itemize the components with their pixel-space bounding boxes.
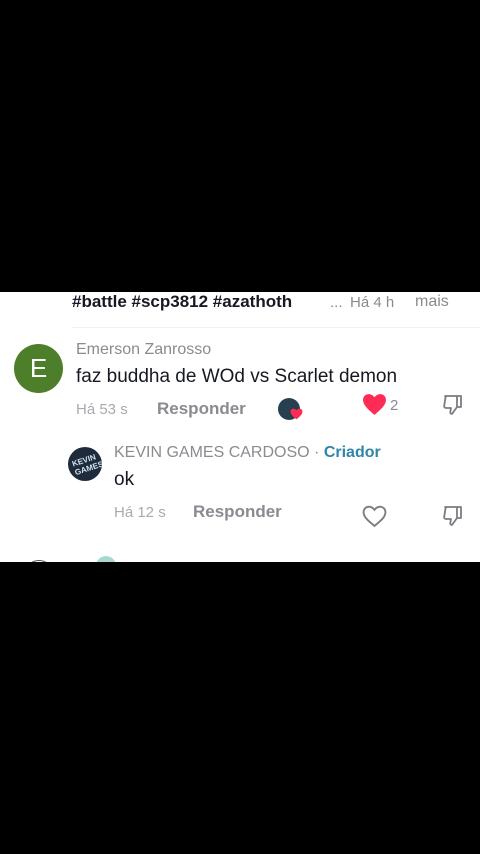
dislike-icon[interactable]	[441, 393, 465, 417]
heart-icon[interactable]	[362, 505, 387, 528]
avatar-text: KEVIN GAMES	[70, 452, 102, 478]
avatar[interactable]: E	[14, 344, 63, 393]
divider	[72, 327, 480, 328]
comment-author: KEVIN GAMES CARDOSO · Criador	[114, 444, 381, 462]
heart-icon[interactable]	[362, 393, 387, 416]
comments-panel: #battle #scp3812 #azathoth ... Há 4 h ma…	[0, 292, 480, 562]
like-count: 2	[390, 397, 399, 414]
comment-timestamp: Há 53 s	[76, 401, 128, 418]
next-comment-avatar	[96, 556, 116, 562]
dislike-icon[interactable]	[441, 504, 465, 528]
more-button[interactable]: mais	[415, 293, 449, 311]
comment-timestamp: Há 12 s	[114, 504, 166, 521]
caption-timestamp: Há 4 h	[350, 294, 395, 311]
comment-text: faz buddha de WOd vs Scarlet demon	[76, 366, 398, 387]
video-caption-row: #battle #scp3812 #azathoth ... Há 4 h ma…	[0, 292, 480, 314]
next-comment-avatar	[24, 560, 54, 562]
comment-author[interactable]: Emerson Zanrosso	[76, 341, 211, 359]
reply-button[interactable]: Responder	[193, 502, 282, 522]
caption-ellipsis: ...	[330, 294, 343, 311]
creator-liked-heart-icon	[290, 408, 303, 420]
author-name[interactable]: KEVIN GAMES CARDOSO	[114, 444, 310, 461]
comment-text: ok	[114, 469, 135, 490]
creator-badge: Criador	[323, 444, 381, 461]
author-separator: ·	[309, 444, 324, 461]
avatar[interactable]: KEVIN GAMES	[68, 447, 102, 481]
reply-button[interactable]: Responder	[157, 399, 246, 419]
video-caption: #battle #scp3812 #azathoth	[72, 292, 293, 311]
